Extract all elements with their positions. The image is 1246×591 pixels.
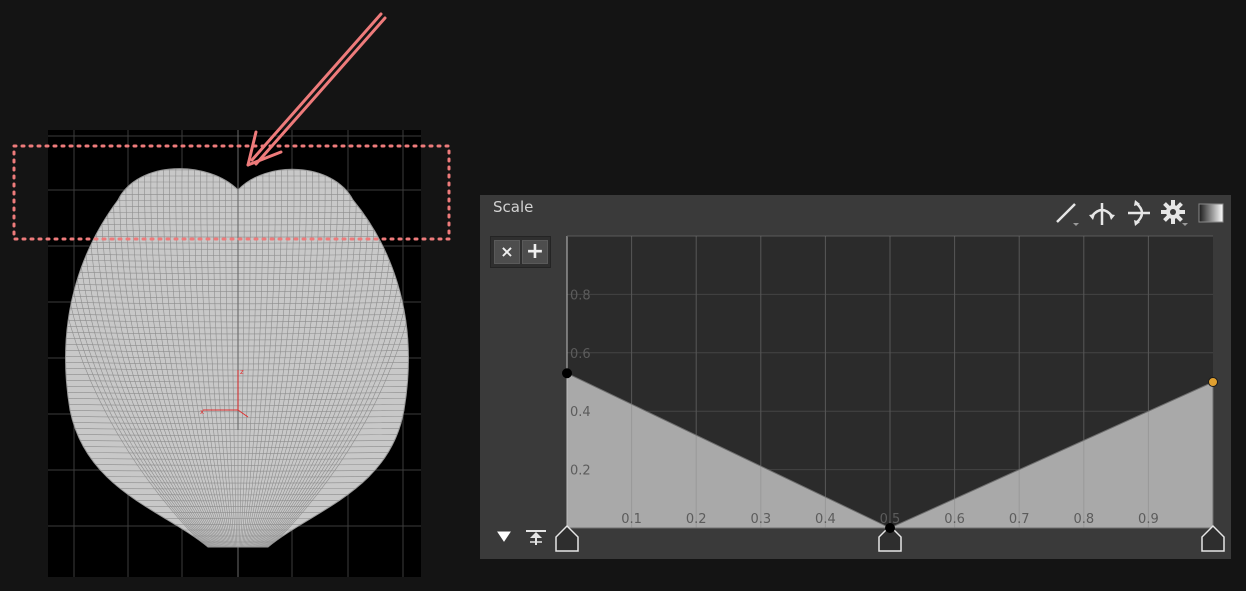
x-tick-label: 0.8 [1073,512,1094,527]
y-tick-label: 0.2 [570,464,591,479]
ramp-key-handle[interactable] [555,524,579,552]
collapse-triangle-icon[interactable] [496,529,512,543]
gizmo-axis-z-label: z [240,368,244,376]
x-tick-label: 0.4 [815,512,836,527]
ramp-editor-panel: Scale × + 0.1 0.2 0.3 0.4 0.5 0.6 0.7 0.… [480,195,1231,559]
x-tick-label: 0.9 [1138,512,1159,527]
snap-to-grid-icon[interactable] [524,528,548,546]
x-tick-label: 0.2 [686,512,707,527]
y-tick-label: 0.8 [570,288,591,303]
x-tick-label: 0.1 [621,512,642,527]
y-tick-label: 0.6 [570,347,591,362]
x-tick-label: 0.6 [944,512,965,527]
y-tick-label: 0.4 [570,405,591,420]
ramp-key-handle[interactable] [1201,524,1225,552]
heart-mesh [65,168,409,548]
ramp-graph[interactable]: 0.1 0.2 0.3 0.4 0.5 0.6 0.7 0.8 0.9 0.20.40.60.8 [480,195,1231,559]
x-tick-label: 0.3 [750,512,771,527]
x-tick-label: 0.7 [1009,512,1030,527]
ramp-point-selected[interactable] [1208,377,1218,387]
ramp-point[interactable] [885,523,895,533]
gizmo-axis-x-label: x [200,408,204,416]
viewport-canvas: z x [48,130,421,577]
ramp-point[interactable] [562,368,572,379]
viewport-3d[interactable]: z x [48,130,421,577]
